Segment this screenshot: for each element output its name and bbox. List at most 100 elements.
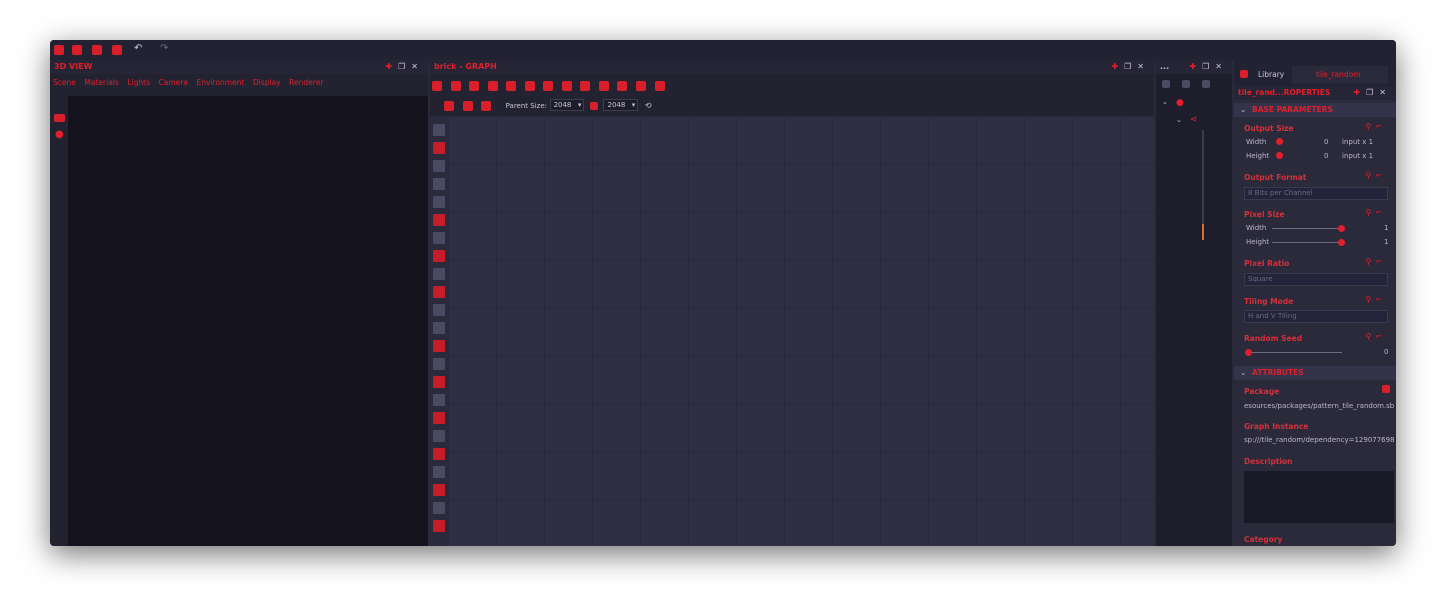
close-icon[interactable]: ✕ bbox=[1215, 62, 1228, 71]
random-seed-slider[interactable] bbox=[1245, 349, 1252, 356]
link-param-icon[interactable]: ⚲⌐ bbox=[1365, 295, 1386, 304]
node-icon[interactable] bbox=[433, 448, 445, 460]
float-icon[interactable]: ❐ bbox=[1124, 62, 1137, 71]
float-icon[interactable]: ❐ bbox=[1366, 88, 1379, 97]
link-param-icon[interactable]: ⚲⌐ bbox=[1365, 122, 1386, 131]
menu-materials[interactable]: Materials bbox=[84, 78, 118, 87]
node-icon[interactable] bbox=[433, 196, 445, 208]
export-icon[interactable] bbox=[654, 81, 665, 91]
node-icon[interactable] bbox=[433, 124, 445, 136]
menu-camera[interactable]: Camera bbox=[159, 78, 188, 87]
pin-icon[interactable]: ✚ bbox=[1189, 62, 1202, 71]
node-icon[interactable] bbox=[433, 160, 445, 172]
tab-tile-random[interactable]: tile_random bbox=[1292, 66, 1388, 84]
light-icon[interactable]: ● bbox=[55, 129, 64, 140]
pixel-height-slider[interactable] bbox=[1338, 239, 1345, 246]
close-icon[interactable]: ✕ bbox=[411, 62, 424, 71]
node-icon[interactable] bbox=[433, 502, 445, 514]
snapshot-icon[interactable] bbox=[469, 81, 480, 91]
graph-canvas[interactable] bbox=[448, 116, 1154, 546]
link-param-icon[interactable]: ⚲⌐ bbox=[1365, 257, 1386, 266]
expand-icon[interactable]: ⌄ bbox=[1176, 116, 1182, 124]
center-icon[interactable] bbox=[450, 81, 461, 91]
parent-size-height-select[interactable]: 2048 bbox=[603, 99, 639, 111]
pick-icon[interactable] bbox=[487, 81, 498, 91]
link-param-icon[interactable]: ⚲⌐ bbox=[1365, 332, 1386, 341]
save-icon[interactable] bbox=[112, 45, 122, 55]
node-icon[interactable] bbox=[433, 322, 445, 334]
viewport-3d[interactable] bbox=[68, 96, 428, 546]
undo-icon[interactable]: ↶ bbox=[134, 43, 142, 54]
texture-icon[interactable] bbox=[543, 81, 554, 91]
refresh-icon[interactable] bbox=[617, 81, 628, 91]
close-icon[interactable]: ✕ bbox=[1379, 88, 1392, 97]
description-field[interactable] bbox=[1244, 471, 1394, 523]
distribute-icon[interactable] bbox=[462, 100, 473, 111]
search-icon[interactable] bbox=[506, 81, 517, 91]
float-icon[interactable]: ❐ bbox=[398, 62, 411, 71]
node-icon[interactable] bbox=[433, 412, 445, 424]
graph-node-icon[interactable]: ⋖ bbox=[1190, 115, 1198, 125]
pixel-width-slider[interactable] bbox=[1338, 225, 1345, 232]
pin-icon[interactable]: ✚ bbox=[1353, 88, 1366, 97]
pixel-ratio-select[interactable]: Square bbox=[1244, 273, 1388, 286]
node-icon[interactable] bbox=[433, 286, 445, 298]
section-base-parameters[interactable]: ⌄ BASE PARAMETERS bbox=[1234, 103, 1396, 117]
node-icon[interactable] bbox=[433, 142, 445, 154]
menu-display[interactable]: Display bbox=[253, 78, 281, 87]
node-icon[interactable] bbox=[433, 520, 445, 532]
link-param-icon[interactable]: ⚲⌐ bbox=[1365, 208, 1386, 217]
section-attributes[interactable]: ⌄ ATTRIBUTES bbox=[1234, 366, 1396, 380]
package-node-icon[interactable]: ● bbox=[1176, 98, 1184, 108]
link-param-icon[interactable]: ⚲⌐ bbox=[1365, 171, 1386, 180]
share-icon[interactable] bbox=[524, 81, 535, 91]
publish-icon[interactable] bbox=[1202, 80, 1210, 88]
node-icon[interactable] bbox=[433, 376, 445, 388]
node-icon[interactable] bbox=[433, 304, 445, 316]
graph-icon[interactable] bbox=[1182, 80, 1190, 88]
reset-icon[interactable]: ⟲ bbox=[645, 101, 652, 110]
package-icon[interactable] bbox=[1162, 80, 1170, 88]
connector-icon[interactable] bbox=[598, 81, 609, 91]
tab-library[interactable]: Library bbox=[1258, 66, 1284, 84]
node-icon[interactable] bbox=[433, 214, 445, 226]
node-icon[interactable] bbox=[433, 466, 445, 478]
close-icon[interactable]: ✕ bbox=[1137, 62, 1150, 71]
lock-icon[interactable] bbox=[589, 101, 598, 110]
folder-icon[interactable] bbox=[1382, 385, 1390, 393]
node-icon[interactable] bbox=[433, 394, 445, 406]
output-format-select[interactable]: 8 Bits per Channel bbox=[1244, 187, 1388, 200]
folder-icon[interactable] bbox=[92, 45, 102, 55]
layout-icon[interactable] bbox=[481, 100, 492, 111]
node-icon[interactable] bbox=[433, 484, 445, 496]
random-seed-track bbox=[1248, 352, 1342, 353]
float-icon[interactable]: ❐ bbox=[1202, 62, 1215, 71]
node-icon[interactable] bbox=[433, 178, 445, 190]
frame-icon[interactable] bbox=[432, 81, 442, 91]
node-icon[interactable] bbox=[433, 430, 445, 442]
node-icon[interactable] bbox=[433, 268, 445, 280]
open-icon[interactable] bbox=[72, 45, 82, 55]
tiling-mode-select[interactable]: H and V Tiling bbox=[1244, 310, 1388, 323]
tools-icon[interactable] bbox=[636, 81, 647, 91]
node-icon[interactable] bbox=[433, 340, 445, 352]
new-icon[interactable] bbox=[54, 45, 64, 55]
node-icon[interactable] bbox=[433, 358, 445, 370]
node-icon[interactable] bbox=[433, 250, 445, 262]
menu-lights[interactable]: Lights bbox=[127, 78, 150, 87]
output-height-slider[interactable] bbox=[1276, 152, 1283, 159]
camera-icon[interactable] bbox=[54, 114, 65, 122]
menu-renderer[interactable]: Renderer bbox=[289, 78, 323, 87]
redo-icon[interactable]: ↷ bbox=[160, 43, 168, 54]
expand-icon[interactable]: ⌄ bbox=[1162, 98, 1168, 106]
menu-scene[interactable]: Scene bbox=[53, 78, 76, 87]
pin-icon[interactable]: ✚ bbox=[1111, 62, 1124, 71]
output-width-slider[interactable] bbox=[1276, 138, 1283, 145]
menu-environment[interactable]: Environment bbox=[197, 78, 245, 87]
node-icon[interactable] bbox=[433, 232, 445, 244]
sphere-icon[interactable] bbox=[561, 81, 572, 91]
parent-size-width-select[interactable]: 2048 bbox=[549, 99, 585, 111]
link-icon[interactable] bbox=[580, 81, 591, 91]
align-icon[interactable] bbox=[444, 100, 454, 111]
pin-icon[interactable]: ✚ bbox=[385, 62, 398, 71]
